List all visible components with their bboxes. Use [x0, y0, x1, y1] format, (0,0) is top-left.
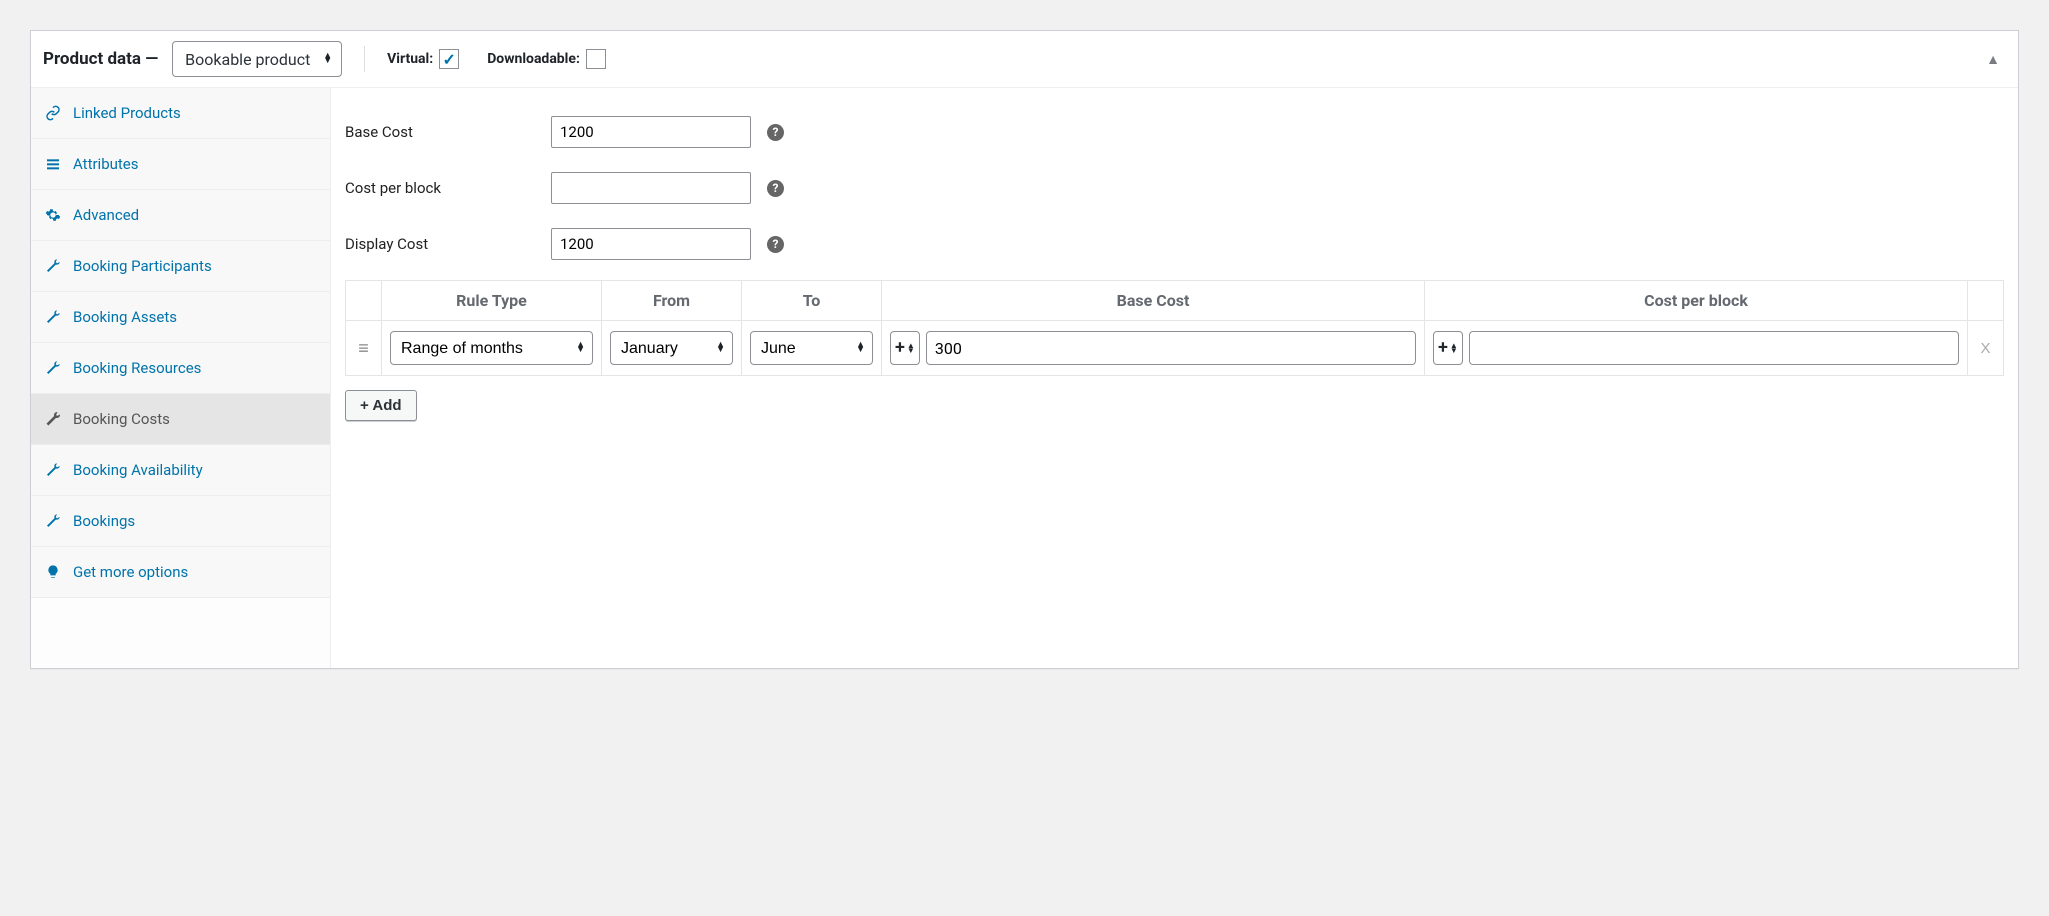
- sidebar-item-label: Booking Assets: [73, 308, 177, 326]
- display-cost-row: Display Cost ?: [345, 216, 2004, 272]
- rule-type-select[interactable]: Range of months: [390, 331, 593, 365]
- downloadable-label: Downloadable:: [487, 49, 606, 69]
- product-type-select[interactable]: Bookable product: [172, 41, 342, 77]
- sidebar-item-booking-resources[interactable]: Booking Resources: [31, 343, 330, 394]
- sidebar-item-get-more-options[interactable]: Get more options: [31, 547, 330, 598]
- wrench-icon: [45, 258, 61, 274]
- virtual-label: Virtual: ✓: [387, 49, 459, 69]
- sidebar-item-attributes[interactable]: Attributes: [31, 139, 330, 190]
- panel-title: Product data —: [43, 49, 158, 69]
- col-to: To: [742, 281, 882, 321]
- wrench-icon: [45, 462, 61, 478]
- sidebar-item-linked-products[interactable]: Linked Products: [31, 88, 330, 139]
- sidebar-item-booking-participants[interactable]: Booking Participants: [31, 241, 330, 292]
- sidebar-item-advanced[interactable]: Advanced: [31, 190, 330, 241]
- drag-handle[interactable]: ≡: [346, 321, 382, 376]
- to-select[interactable]: June: [750, 331, 873, 365]
- base-cost-row: Base Cost ?: [345, 104, 2004, 160]
- sidebar-item-bookings[interactable]: Bookings: [31, 496, 330, 547]
- sidebar-item-label: Booking Costs: [73, 410, 170, 428]
- content-area: Base Cost ? Cost per block ? Display Cos…: [331, 88, 2018, 668]
- caret-icon: ▲▼: [1450, 343, 1458, 353]
- cost-per-block-row: Cost per block ?: [345, 160, 2004, 216]
- col-rule-type: Rule Type: [382, 281, 602, 321]
- wrench-icon: [45, 513, 61, 529]
- base-cost-operator[interactable]: + ▲▼: [890, 331, 920, 365]
- help-icon[interactable]: ?: [767, 236, 784, 253]
- sidebar-item-label: Booking Participants: [73, 257, 212, 275]
- col-base-cost: Base Cost: [882, 281, 1425, 321]
- display-cost-label: Display Cost: [345, 235, 535, 253]
- sidebar-item-label: Get more options: [73, 563, 188, 581]
- divider: [364, 46, 365, 72]
- row-cost-per-block-input[interactable]: [1469, 331, 1959, 365]
- wrench-icon: [45, 360, 61, 376]
- delete-row[interactable]: X: [1968, 321, 2004, 376]
- panel-header: Product data — Bookable product ▲▼ Virtu…: [31, 31, 2018, 88]
- help-icon[interactable]: ?: [767, 124, 784, 141]
- sidebar-item-label: Attributes: [73, 155, 139, 173]
- sidebar-item-booking-assets[interactable]: Booking Assets: [31, 292, 330, 343]
- cost-rules-table: Rule Type From To Base Cost Cost per blo…: [345, 280, 2004, 376]
- help-icon[interactable]: ?: [767, 180, 784, 197]
- col-handle: [346, 281, 382, 321]
- row-base-cost-input[interactable]: [926, 331, 1416, 365]
- cost-per-block-operator[interactable]: + ▲▼: [1433, 331, 1463, 365]
- sidebar: Linked Products Attributes Advanced Book…: [31, 88, 331, 668]
- sidebar-item-label: Advanced: [73, 206, 139, 224]
- sidebar-item-booking-costs[interactable]: Booking Costs: [31, 394, 330, 445]
- add-rule-button[interactable]: + Add: [345, 390, 417, 421]
- cost-per-block-input[interactable]: [551, 172, 751, 204]
- wrench-icon: [45, 411, 61, 427]
- list-icon: [45, 156, 61, 172]
- product-type-select-wrap: Bookable product ▲▼: [172, 41, 342, 77]
- sidebar-item-label: Bookings: [73, 512, 135, 530]
- collapse-toggle[interactable]: ▲: [1980, 47, 2006, 72]
- link-icon: [45, 105, 61, 121]
- table-row: ≡ Range of months ▲▼: [346, 321, 2004, 376]
- col-cost-per-block: Cost per block: [1425, 281, 1968, 321]
- sidebar-item-label: Linked Products: [73, 104, 181, 122]
- virtual-checkbox[interactable]: ✓: [439, 49, 459, 69]
- cost-per-block-label: Cost per block: [345, 179, 535, 197]
- base-cost-input[interactable]: [551, 116, 751, 148]
- col-from: From: [602, 281, 742, 321]
- sidebar-item-label: Booking Resources: [73, 359, 201, 377]
- caret-icon: ▲▼: [907, 343, 915, 353]
- from-select[interactable]: January: [610, 331, 733, 365]
- sidebar-item-booking-availability[interactable]: Booking Availability: [31, 445, 330, 496]
- wrench-icon: [45, 309, 61, 325]
- gear-icon: [45, 207, 61, 223]
- sidebar-item-label: Booking Availability: [73, 461, 203, 479]
- lightbulb-icon: [45, 564, 61, 580]
- base-cost-label: Base Cost: [345, 123, 535, 141]
- downloadable-checkbox[interactable]: [586, 49, 606, 69]
- display-cost-input[interactable]: [551, 228, 751, 260]
- col-delete: [1968, 281, 2004, 321]
